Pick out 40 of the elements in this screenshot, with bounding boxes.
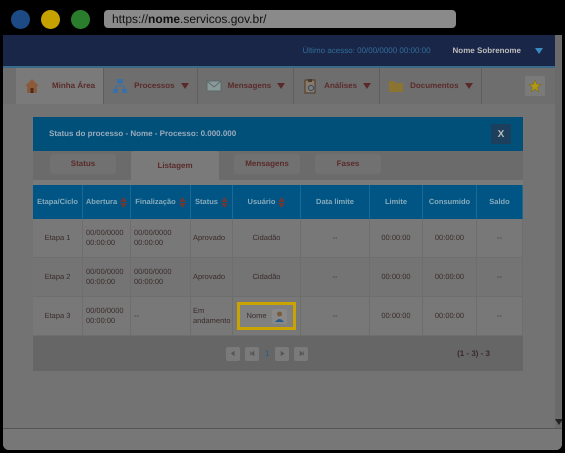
window-control[interactable]	[71, 10, 90, 28]
address-bar[interactable]: https://nome.servicos.gov.br/	[104, 10, 456, 28]
nav-tab[interactable]: Processos	[104, 68, 198, 104]
close-button[interactable]: X	[491, 124, 511, 144]
user-name[interactable]: Nome Sobrenome	[452, 44, 521, 56]
caret-icon	[554, 419, 562, 425]
last-page-button[interactable]	[294, 346, 308, 360]
window-control[interactable]	[41, 10, 60, 28]
sort-icon[interactable]	[278, 196, 286, 208]
network-icon	[112, 78, 128, 94]
clipboard-icon	[302, 78, 318, 94]
dialog-tab[interactable]: Mensagens	[234, 154, 300, 174]
person-icon[interactable]	[272, 308, 286, 324]
dialog-tab[interactable]: Fases	[315, 154, 381, 174]
sort-icon[interactable]	[178, 196, 186, 208]
last-access-text: Último acesso: 00/00/0000 00:00:00	[302, 44, 431, 56]
nav-tab[interactable]: Documentos	[380, 68, 482, 104]
previous-page-button[interactable]	[226, 346, 240, 360]
folder-icon	[388, 78, 404, 94]
chevron-right-icon	[278, 350, 286, 357]
nav-tab[interactable]: Minha Área	[16, 68, 104, 104]
chevron-left-icon	[230, 350, 236, 357]
record-range: (1 - 3) - 3	[457, 348, 490, 360]
dialog-title: Status do processo - Nome - Processo: 0.000.000	[49, 128, 236, 140]
star-icon	[528, 79, 542, 93]
caret-icon	[535, 48, 543, 54]
first-page-button[interactable]	[245, 346, 259, 360]
sort-icon[interactable]	[120, 196, 128, 208]
skip-end-icon	[298, 350, 305, 357]
scrollbar[interactable]	[555, 35, 562, 428]
next-page-button[interactable]	[275, 346, 290, 360]
sort-icon[interactable]	[220, 196, 228, 208]
skip-start-icon	[248, 350, 256, 357]
envelope-icon	[206, 78, 222, 94]
house-icon	[24, 78, 40, 94]
nav-tab[interactable]: Análises	[294, 68, 380, 104]
favorite-button[interactable]	[525, 76, 545, 96]
nav-tab[interactable]: Mensagens	[198, 68, 294, 104]
dialog-tab[interactable]: Listagem	[131, 151, 219, 180]
dialog-tab[interactable]: Status	[50, 154, 116, 174]
